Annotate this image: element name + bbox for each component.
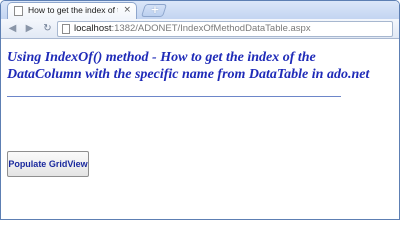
browser-window: How to get the index of t... × + ◀ ▶ ↻ l… bbox=[0, 0, 400, 220]
address-url: localhost:1382/ADONET/IndexOfMethodDataT… bbox=[74, 23, 311, 34]
url-path: :1382/ADONET/IndexOfMethodDataTable.aspx bbox=[111, 23, 311, 34]
forward-arrow-icon[interactable]: ▶ bbox=[23, 23, 36, 36]
plus-icon: + bbox=[150, 3, 160, 16]
page-icon bbox=[14, 6, 23, 16]
tab-strip: How to get the index of t... × + bbox=[1, 1, 399, 19]
browser-tab[interactable]: How to get the index of t... × bbox=[7, 2, 137, 19]
page-title: Using IndexOf() method - How to get the … bbox=[7, 50, 370, 82]
url-host: localhost bbox=[74, 23, 112, 34]
tab-title: How to get the index of t... bbox=[28, 5, 118, 15]
browser-toolbar: ◀ ▶ ↻ localhost:1382/ADONET/IndexOfMetho… bbox=[1, 19, 399, 39]
page-content: Using IndexOf() method - How to get the … bbox=[1, 40, 399, 219]
horizontal-rule bbox=[7, 96, 341, 97]
address-bar[interactable]: localhost:1382/ADONET/IndexOfMethodDataT… bbox=[57, 21, 393, 37]
reload-icon[interactable]: ↻ bbox=[41, 23, 54, 36]
populate-gridview-button[interactable]: Populate GridView bbox=[7, 151, 89, 177]
page-icon bbox=[62, 24, 70, 34]
back-arrow-icon[interactable]: ◀ bbox=[6, 23, 19, 36]
new-tab-button[interactable]: + bbox=[140, 3, 168, 17]
close-icon[interactable]: × bbox=[123, 4, 131, 17]
